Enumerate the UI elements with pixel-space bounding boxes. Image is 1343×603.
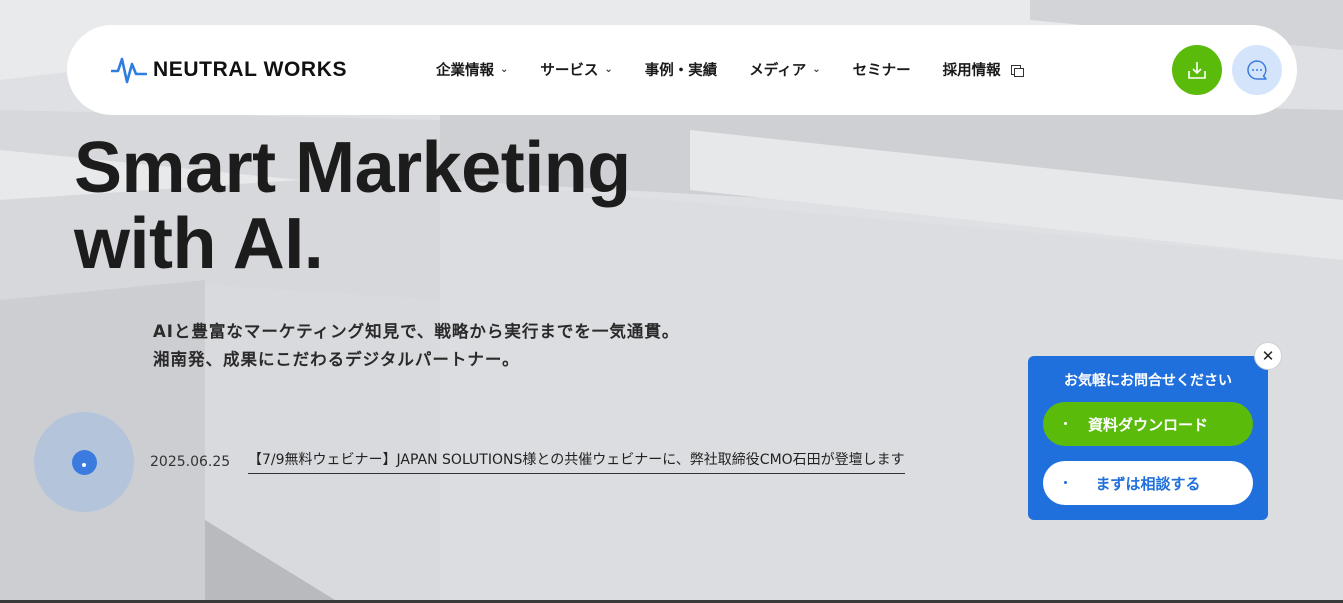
download-button[interactable] (1172, 45, 1222, 95)
scroll-indicator[interactable] (34, 412, 134, 512)
bullet-icon (1064, 422, 1067, 425)
contact-panel-title: お気軽にお問合せください (1064, 373, 1232, 389)
consult-label: まずは相談する (1095, 474, 1201, 493)
nav-label: 採用情報 (942, 62, 1001, 79)
close-panel-button[interactable]: ✕ (1254, 342, 1282, 370)
nav-company[interactable]: 企業情報 ⌄ (436, 59, 508, 80)
external-link-icon (1010, 63, 1024, 77)
chevron-down-icon: ⌄ (500, 63, 509, 75)
hero-subtitle-line1: AIと豊富なマーケティング知見で、戦略から実行までを一気通貫。 (153, 322, 680, 341)
logo-wave-icon (111, 57, 147, 84)
chevron-down-icon: ⌄ (604, 63, 613, 75)
nav-label: メディア (749, 62, 807, 79)
docs-download-button[interactable]: 資料ダウンロード (1043, 402, 1253, 446)
docs-download-label: 資料ダウンロード (1087, 415, 1208, 434)
nav-label: セミナー (852, 62, 911, 79)
hero-subtitle-line2: 湘南発、成果にこだわるデジタルパートナー。 (153, 350, 520, 369)
hero-title-line2: with AI. (74, 204, 324, 284)
close-icon: ✕ (1261, 347, 1275, 365)
bullet-icon (1064, 481, 1067, 484)
chat-icon (1247, 60, 1267, 80)
logo-text: NEUTRAL WORKS (153, 58, 348, 81)
consult-button[interactable]: まずは相談する (1043, 461, 1253, 505)
nav-label: 事例・実績 (644, 62, 718, 79)
scroll-dot-icon (71, 449, 97, 475)
hero-title-line1: Smart Marketing (74, 128, 631, 208)
news-link[interactable]: 【7/9無料ウェビナー】JAPAN SOLUTIONS様との共催ウェビナーに、弊… (248, 449, 905, 474)
nav-cases[interactable]: 事例・実績 (645, 59, 718, 80)
nav-label: サービス (540, 62, 599, 79)
main-nav: 企業情報 ⌄ サービス ⌄ 事例・実績 メディア ⌄ セミナー 採用情報 (436, 58, 1055, 80)
chevron-down-icon: ⌄ (812, 63, 821, 75)
hero-subtitle: AIと豊富なマーケティング知見で、戦略から実行までを一気通貫。 湘南発、成果にこ… (153, 318, 679, 374)
nav-seminar[interactable]: セミナー (853, 59, 911, 80)
nav-recruit[interactable]: 採用情報 (942, 59, 1024, 80)
chat-button[interactable] (1232, 45, 1282, 95)
logo[interactable]: NEUTRAL WORKS (111, 53, 347, 87)
contact-panel: お気軽にお問合せください 資料ダウンロード まずは相談する (1028, 356, 1268, 520)
site-header: NEUTRAL WORKS 企業情報 ⌄ サービス ⌄ 事例・実績 メディア ⌄… (67, 25, 1297, 115)
nav-media[interactable]: メディア ⌄ (749, 59, 820, 80)
hero-title: Smart Marketing with AI. (74, 130, 631, 282)
news-date: 2025.06.25 (150, 454, 231, 470)
download-icon (1188, 62, 1206, 79)
nav-services[interactable]: サービス ⌄ (540, 59, 612, 80)
nav-label: 企業情報 (436, 62, 494, 79)
